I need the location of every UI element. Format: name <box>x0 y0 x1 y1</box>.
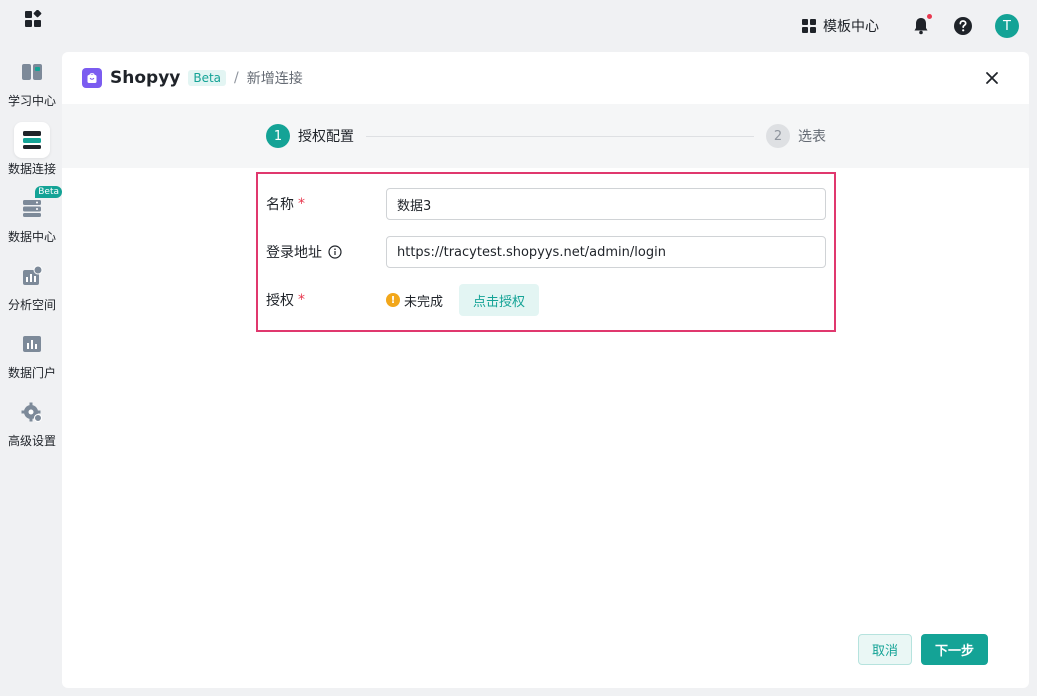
sidebar-item-analysis[interactable]: 分析空间 <box>0 254 64 322</box>
form-row-url: 登录地址 <box>266 236 826 268</box>
avatar[interactable]: T <box>995 14 1019 38</box>
breadcrumb-separator: / <box>234 70 239 86</box>
portal-icon <box>14 326 50 362</box>
sidebar-item-advanced-settings[interactable]: 高级设置 <box>0 390 64 458</box>
steps-bar: 1 授权配置 2 选表 <box>62 104 1029 168</box>
sidebar-item-data-center[interactable]: Beta 数据中心 <box>0 186 64 254</box>
required-mark: * <box>298 196 305 212</box>
gear-icon <box>14 394 50 430</box>
sidebar-item-data-connect[interactable]: 数据连接 <box>0 118 64 186</box>
app-grid-icon[interactable] <box>24 10 42 28</box>
name-label-text: 名称 <box>266 197 294 213</box>
auth-status: ! 未完成 <box>386 291 443 310</box>
auth-label-text: 授权 <box>266 293 294 309</box>
auth-label: 授权 * <box>266 290 386 310</box>
new-connection-panel: Shopyy Beta / 新增连接 1 授权配置 2 选表 名称 * 登录地址 <box>62 52 1029 688</box>
help-icon[interactable] <box>953 16 973 36</box>
authorize-button[interactable]: 点击授权 <box>459 284 540 316</box>
book-icon <box>14 54 50 90</box>
panel-header: Shopyy Beta / 新增连接 <box>62 52 1029 104</box>
step-number: 2 <box>766 124 790 148</box>
notification-dot <box>927 14 932 19</box>
bell-icon <box>914 18 928 35</box>
topbar-actions: 模板中心 T <box>801 12 1019 40</box>
template-center-label: 模板中心 <box>823 19 879 35</box>
data-connect-icon <box>14 122 50 158</box>
url-label: 登录地址 <box>266 242 386 262</box>
sidebar-item-learning[interactable]: 学习中心 <box>0 50 64 118</box>
breadcrumb-current: 新增连接 <box>246 71 303 87</box>
connection-form: 名称 * 登录地址 授权 * ! 未完成 <box>256 172 836 332</box>
name-label: 名称 * <box>266 194 386 214</box>
step-label: 选表 <box>798 129 826 145</box>
url-label-text: 登录地址 <box>266 245 322 261</box>
beta-badge: Beta <box>35 186 62 198</box>
template-center-button[interactable]: 模板中心 <box>801 16 879 36</box>
auth-status-text: 未完成 <box>404 294 444 310</box>
required-mark: * <box>298 292 305 308</box>
step-connector <box>366 136 754 137</box>
grid-icon <box>802 19 816 33</box>
sidebar-item-label: 分析空间 <box>7 298 56 312</box>
sidebar-item-label: 数据门户 <box>7 366 56 380</box>
beta-tag: Beta <box>188 70 227 86</box>
sidebar-item-portal[interactable]: 数据门户 <box>0 322 64 390</box>
close-icon[interactable] <box>983 69 1001 87</box>
shopyy-logo-icon <box>82 68 102 88</box>
next-step-button[interactable]: 下一步 <box>921 634 988 665</box>
step-authorize: 1 授权配置 <box>266 124 354 148</box>
name-input[interactable] <box>386 188 826 220</box>
notification-button[interactable] <box>911 14 932 36</box>
brand-name: Shopyy <box>110 68 181 88</box>
cancel-button[interactable]: 取消 <box>858 634 912 665</box>
form-row-name: 名称 * <box>266 188 826 220</box>
step-label: 授权配置 <box>298 129 354 145</box>
sidebar-item-label: 数据连接 <box>7 162 56 176</box>
sidebar: 学习中心 数据连接 Beta 数据中心 分析空间 数据门户 高级设置 <box>0 50 64 458</box>
info-icon[interactable] <box>328 245 342 259</box>
chart-icon <box>14 258 50 294</box>
warning-icon: ! <box>386 293 400 307</box>
form-row-auth: 授权 * ! 未完成 点击授权 <box>266 284 540 316</box>
login-url-input[interactable] <box>386 236 826 268</box>
step-number: 1 <box>266 124 290 148</box>
sidebar-item-label: 高级设置 <box>7 434 56 448</box>
sidebar-item-label: 学习中心 <box>7 94 56 108</box>
step-select-tables: 2 选表 <box>766 124 826 148</box>
sidebar-item-label: 数据中心 <box>7 230 56 244</box>
